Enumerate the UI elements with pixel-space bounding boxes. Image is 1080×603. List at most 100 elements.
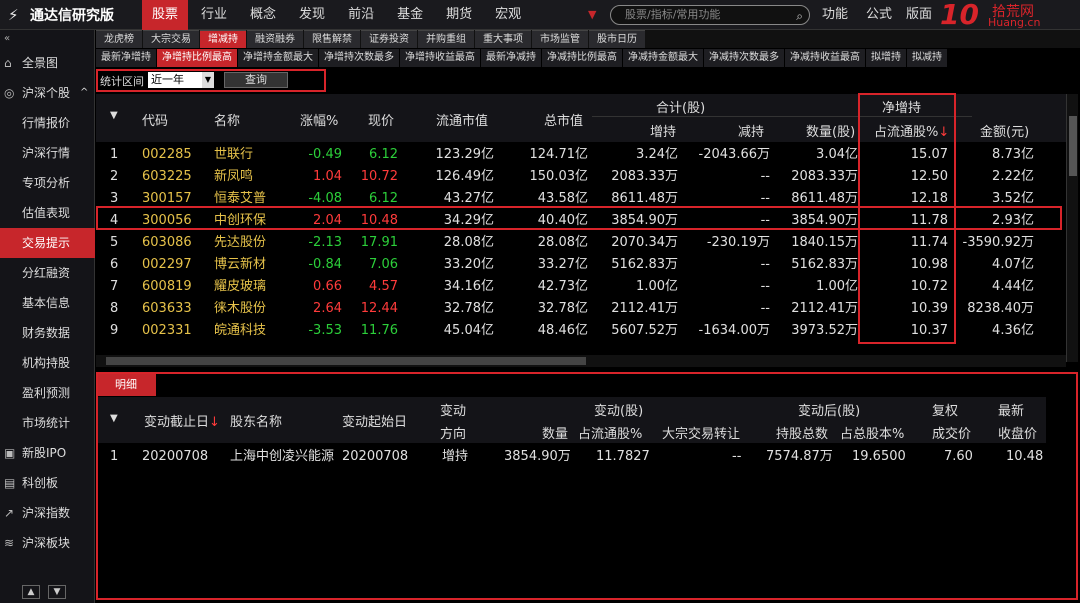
search-input[interactable]: 股票/指标/常用功能 ⌕ — [610, 5, 810, 25]
tab-net-inc-count[interactable]: 净增持次数最多 — [319, 49, 399, 67]
sidebar-item-sector[interactable]: ≋ 沪深板块 — [0, 528, 95, 558]
tab-mna[interactable]: 并购重组 — [418, 30, 474, 48]
table-row[interactable]: 3 300157 恒泰艾普 -4.08 6.12 43.27亿 43.58亿 8611.48万… — [96, 188, 1066, 210]
tab-net-dec-return[interactable]: 净减持收益最高 — [785, 49, 865, 67]
menu-concept[interactable]: 概念 — [240, 0, 286, 30]
sidebar-item-forecast[interactable]: 盈利预测 — [0, 378, 95, 408]
sidebar-item-star[interactable]: ▤ 科创板 — [0, 468, 95, 498]
sidebar-item-valuation[interactable]: 估值表现 — [0, 198, 95, 228]
dcol-end-date[interactable]: 变动截止日↓ — [144, 411, 220, 430]
tab-net-inc-return[interactable]: 净增持收益最高 — [400, 49, 480, 67]
tab-net-inc-ratio[interactable]: 净增持比例最高 — [157, 49, 237, 67]
table-row[interactable]: 9 002331 皖通科技 -3.53 11.76 45.04亿 48.46亿 5607.52… — [96, 320, 1066, 342]
sort-icon[interactable]: ▼ — [110, 110, 118, 121]
tab-latest-net-inc[interactable]: 最新净增持 — [96, 49, 156, 67]
detail-sort-icon[interactable]: ▼ — [110, 413, 118, 424]
tab-planned-inc[interactable]: 拟增持 — [866, 49, 906, 67]
tab-dragon-tiger[interactable]: 龙虎榜 — [96, 30, 142, 48]
scroll-up-icon[interactable]: ▲ — [22, 585, 40, 599]
dcol-pct-float[interactable]: 占流通股% — [578, 423, 642, 442]
menu-function[interactable]: 功能 — [822, 0, 848, 30]
menu-discover[interactable]: 发现 — [289, 0, 335, 30]
sidebar-item-ipo[interactable]: ▣ 新股IPO — [0, 438, 95, 468]
tab-net-inc-amount[interactable]: 净增持金额最大 — [238, 49, 318, 67]
sidebar-item-dividend[interactable]: 分红融资 — [0, 258, 95, 288]
tab-detail[interactable]: 明细 — [96, 374, 156, 396]
tab-regulation[interactable]: 市场监管 — [532, 30, 588, 48]
table-row[interactable]: 1 002285 世联行 -0.49 6.12 123.29亿 124.71亿 3.24亿 -2… — [96, 144, 1066, 166]
detail-row[interactable]: 1 20200708 上海中创凌兴能源 20200708 增持 3854.90万… — [96, 446, 1046, 466]
sidebar-item-institution[interactable]: 机构持股 — [0, 348, 95, 378]
tab-net-dec-count[interactable]: 净减持次数最多 — [704, 49, 784, 67]
menu-stocks[interactable]: 股票 — [142, 0, 189, 30]
sidebar-item-market[interactable]: 沪深行情 — [0, 138, 95, 168]
table-row[interactable]: 2 603225 新凤鸣 1.04 10.72 126.49亿 150.03亿 2083.33… — [96, 166, 1066, 188]
col-name[interactable]: 名称 — [214, 110, 240, 129]
dcol-direction[interactable]: 方向 — [440, 423, 466, 442]
chevron-down-icon[interactable]: ▼ — [202, 72, 214, 88]
period-select[interactable]: 近一年 ▼ — [148, 72, 214, 88]
table-row[interactable]: 5 603086 先达股份 -2.13 17.91 28.08亿 28.08亿 2070.34… — [96, 232, 1066, 254]
table-row[interactable]: 6 002297 博云新材 -0.84 7.06 33.20亿 33.27亿 5162.83万… — [96, 254, 1066, 276]
sidebar-item-index[interactable]: ↗ 沪深指数 — [0, 498, 95, 528]
table-row[interactable]: 7 600819 耀皮玻璃 0.66 4.57 34.16亿 42.73亿 1.00亿 -- 1.… — [96, 276, 1066, 298]
menu-layout[interactable]: 版面 — [906, 0, 932, 30]
horizontal-scrollbar[interactable] — [96, 355, 1066, 367]
menu-dropdown-icon[interactable]: ▼ — [588, 0, 596, 30]
dcol-pct-total[interactable]: 占总股本% — [840, 423, 904, 442]
col-pct[interactable]: 占流通股%↓ — [874, 121, 949, 140]
sidebar-item-quotes[interactable]: 行情报价 — [0, 108, 95, 138]
tab-net-dec-ratio[interactable]: 净减持比例最高 — [542, 49, 622, 67]
menu-industry[interactable]: 行业 — [191, 0, 237, 30]
cell-amt: 2.22亿 — [992, 169, 1034, 184]
tab-holding-change[interactable]: 增减持 — [200, 30, 246, 48]
tab-latest-net-dec[interactable]: 最新净减持 — [481, 49, 541, 67]
cell-float-cap: 32.78亿 — [443, 301, 494, 316]
menu-frontier[interactable]: 前沿 — [338, 0, 384, 30]
dcol-holder[interactable]: 股东名称 — [230, 411, 282, 430]
sidebar-item-basic[interactable]: 基本信息 — [0, 288, 95, 318]
sidebar-item-stocks[interactable]: ◎ 沪深个股 ^ — [0, 78, 95, 108]
vertical-scrollbar[interactable] — [1066, 94, 1078, 362]
sidebar-item-analysis[interactable]: 专项分析 — [0, 168, 95, 198]
col-amt[interactable]: 金额(元) — [980, 121, 1029, 140]
menu-formula[interactable]: 公式 — [866, 0, 892, 30]
col-float-cap[interactable]: 流通市值 — [436, 110, 488, 129]
tab-net-dec-amount[interactable]: 净减持金额最大 — [623, 49, 703, 67]
tab-margin[interactable]: 融资融券 — [247, 30, 303, 48]
sidebar-item-trade-tips[interactable]: 交易提示 — [0, 228, 95, 258]
sidebar-item-stats[interactable]: 市场统计 — [0, 408, 95, 438]
dcol-qty[interactable]: 数量 — [542, 423, 568, 442]
col-qty[interactable]: 数量(股) — [806, 121, 855, 140]
search-icon[interactable]: ⌕ — [796, 7, 803, 25]
col-price[interactable]: 现价 — [368, 110, 394, 129]
menu-fund[interactable]: 基金 — [387, 0, 433, 30]
menu-futures[interactable]: 期货 — [436, 0, 482, 30]
sidebar-item-panorama[interactable]: ⌂ 全景图 — [0, 48, 95, 78]
tab-calendar[interactable]: 股市日历 — [589, 30, 645, 48]
dcol-avg-price[interactable]: 成交价 — [932, 423, 971, 442]
col-chg[interactable]: 涨幅% — [300, 110, 338, 129]
tab-major-events[interactable]: 重大事项 — [475, 30, 531, 48]
col-inc[interactable]: 增持 — [650, 121, 676, 140]
dcol-close[interactable]: 收盘价 — [998, 423, 1037, 442]
tab-investment[interactable]: 证券投资 — [361, 30, 417, 48]
table-row[interactable]: 4 300056 中创环保 2.04 10.48 34.29亿 40.40亿 3854.90万… — [96, 210, 1066, 232]
tab-block-trade[interactable]: 大宗交易 — [143, 30, 199, 48]
col-code[interactable]: 代码 — [142, 110, 168, 129]
logo-icon: ⚡ — [8, 6, 19, 24]
col-total-cap[interactable]: 总市值 — [544, 110, 583, 129]
table-row[interactable]: 8 603633 徕木股份 2.64 12.44 32.78亿 32.78亿 2112.41万… — [96, 298, 1066, 320]
dcol-total-hold[interactable]: 持股总数 — [776, 423, 828, 442]
collapse-icon[interactable]: « — [0, 30, 94, 48]
query-button[interactable]: 查询 — [224, 72, 288, 88]
tab-planned-dec[interactable]: 拟减持 — [907, 49, 947, 67]
tab-unlock[interactable]: 限售解禁 — [304, 30, 360, 48]
menu-macro[interactable]: 宏观 — [485, 0, 531, 30]
col-dec[interactable]: 减持 — [738, 121, 764, 140]
dcol-change-shares: 变动(股) — [594, 404, 644, 419]
sidebar-item-finance[interactable]: 财务数据 — [0, 318, 95, 348]
dcol-block[interactable]: 大宗交易转让 — [662, 423, 740, 442]
scroll-down-icon[interactable]: ▼ — [48, 585, 66, 599]
dcol-start-date[interactable]: 变动起始日 — [342, 411, 407, 430]
